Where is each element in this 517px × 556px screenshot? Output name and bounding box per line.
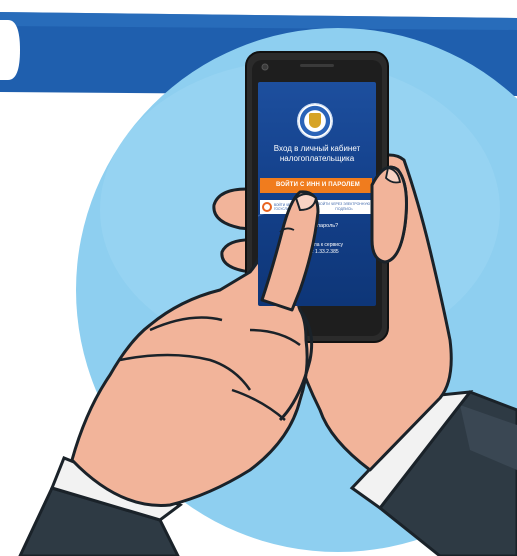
login-inn-password-button[interactable]: ВОЙТИ С ИНН И ПАРОЛЕМ	[260, 178, 372, 193]
gosuslugi-login-label: ВОЙТИ ЧЕРЕЗ ГОСУСЛУГИ (ЕСИА)	[274, 203, 305, 211]
no-access-link[interactable]: Нет доступа к сервису	[258, 242, 376, 249]
access-info: Нет доступа к сервису Версия: 1.33.2.385	[258, 242, 376, 256]
esignature-login-button[interactable]: ВОЙТИ ЧЕРЕЗ ЭЛЕКТРОННУЮ ПОДПИСЬ	[316, 200, 372, 214]
fns-emblem-icon	[298, 104, 332, 138]
forgot-password-link[interactable]: Забыли пароль?	[258, 223, 376, 229]
phone-screen: Вход в личный кабинет налогоплательщика …	[258, 82, 376, 306]
illustration: Вход в личный кабинет налогоплательщика …	[0, 0, 517, 556]
banner-pill	[0, 20, 20, 80]
version-label: Версия: 1.33.2.385	[295, 249, 339, 255]
gosuslugi-login-button[interactable]: ВОЙТИ ЧЕРЕЗ ГОСУСЛУГИ (ЕСИА)	[260, 200, 312, 214]
gosuslugi-icon	[262, 202, 272, 212]
camera-icon	[261, 63, 269, 71]
login-title: Вход в личный кабинет налогоплательщика	[273, 144, 361, 163]
alt-login-row: ВОЙТИ ЧЕРЕЗ ГОСУСЛУГИ (ЕСИА) ВОЙТИ ЧЕРЕЗ…	[260, 200, 372, 214]
